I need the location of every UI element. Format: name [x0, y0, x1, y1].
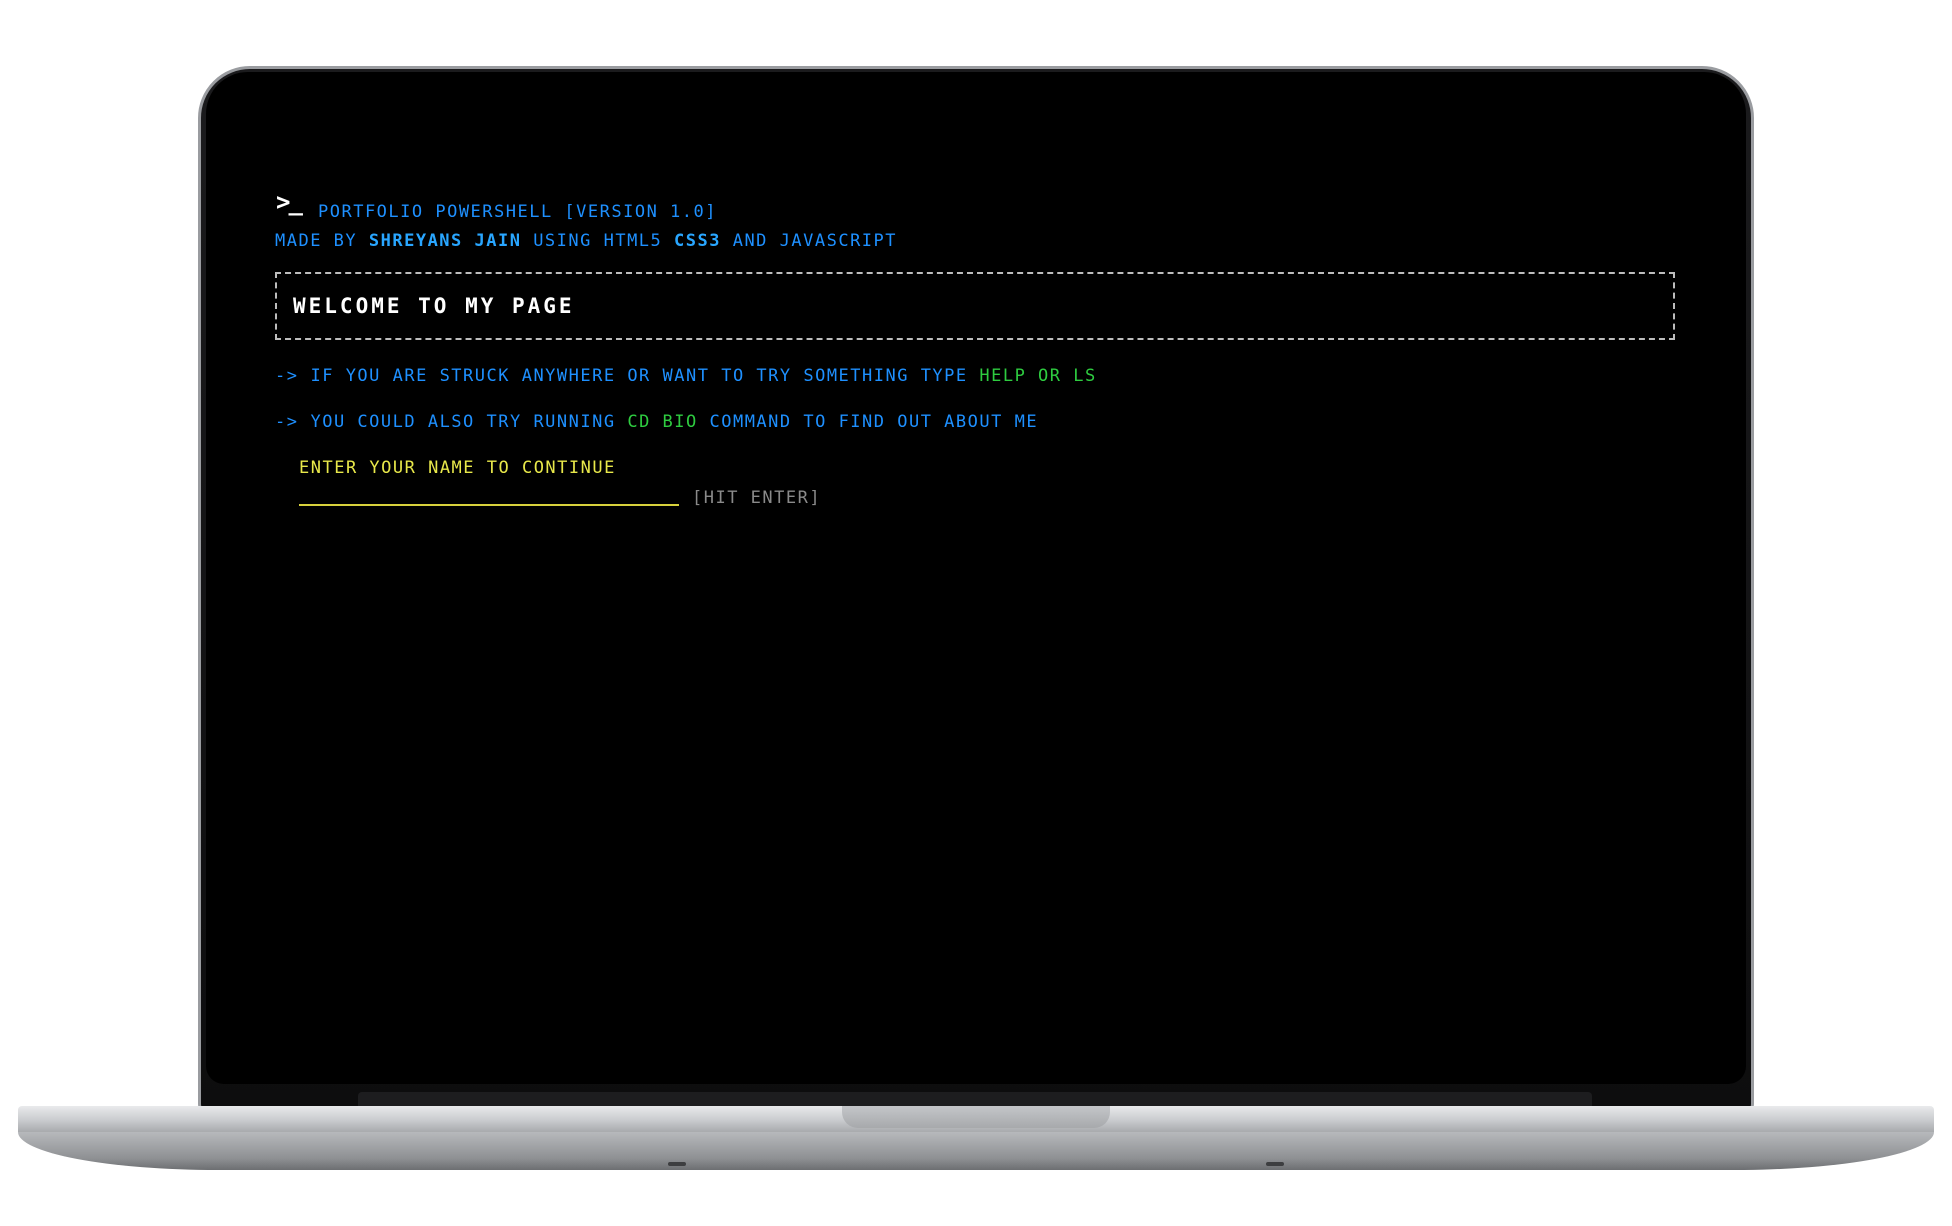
laptop-mockup: >_ PORTFOLIO POWERSHELL [VERSION 1.0] MA… [0, 0, 1952, 1226]
credits-and: AND [720, 231, 780, 251]
welcome-banner: WELCOME TO MY PAGE [275, 272, 1675, 340]
hint-command: CD BIO [627, 412, 698, 432]
name-input[interactable] [299, 478, 679, 506]
hint-line-bio: -> YOU COULD ALSO TRY RUNNING CD BIO COMM… [275, 412, 1038, 432]
laptop-thumb-notch [842, 1106, 1110, 1128]
laptop-foot [668, 1162, 686, 1166]
laptop-foot [1266, 1162, 1284, 1166]
credits-js: JAVASCRIPT [779, 231, 898, 251]
credits-using: USING HTML5 [521, 231, 675, 251]
hint-after: COMMAND TO FIND OUT ABOUT ME [697, 412, 1039, 432]
hint-line-help: -> IF YOU ARE STRUCK ANYWHERE OR WANT TO … [275, 366, 1097, 386]
laptop-screen: >_ PORTFOLIO POWERSHELL [VERSION 1.0] MA… [206, 72, 1746, 1084]
hint-command: HELP OR LS [979, 366, 1097, 386]
name-prompt-label: ENTER YOUR NAME TO CONTINUE [299, 458, 616, 478]
credits-author: SHREYANS JAIN [368, 231, 522, 251]
credits-line: MADE BY SHREYANS JAIN USING HTML5 CSS3 A… [275, 231, 897, 251]
laptop-base-shadow [18, 1132, 1934, 1170]
hint-text: IF YOU ARE STRUCK ANYWHERE OR WANT TO TR… [310, 366, 980, 386]
hint-text: YOU COULD ALSO TRY RUNNING [310, 412, 628, 432]
arrow-icon: -> [275, 412, 299, 432]
hit-enter-hint: [HIT ENTER] [692, 488, 822, 508]
laptop-hinge [358, 1092, 1592, 1106]
terminal-prompt-icon: >_ [276, 188, 303, 216]
terminal-window: >_ PORTFOLIO POWERSHELL [VERSION 1.0] MA… [206, 72, 1746, 1084]
welcome-heading: WELCOME TO MY PAGE [293, 294, 575, 318]
credits-prefix: MADE BY [275, 231, 369, 251]
terminal-title: PORTFOLIO POWERSHELL [VERSION 1.0] [318, 202, 717, 222]
credits-css: CSS3 [674, 231, 721, 251]
arrow-icon: -> [275, 366, 299, 386]
